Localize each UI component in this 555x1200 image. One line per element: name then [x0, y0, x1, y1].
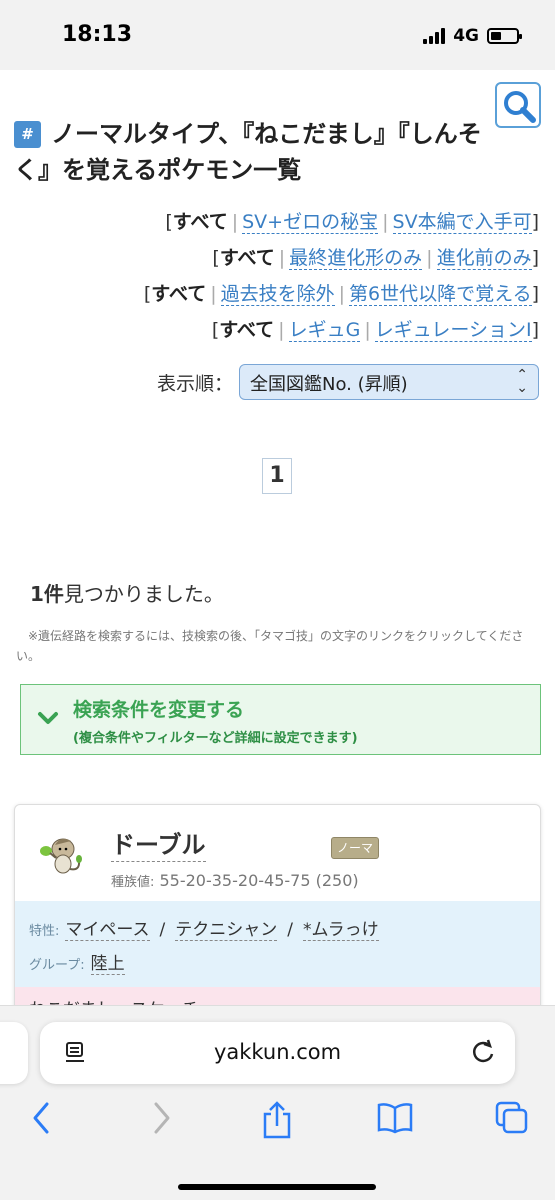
search-icon	[504, 91, 536, 123]
ability-section: 特性: マイペース / テクニシャン / *ムラっけ グループ: 陸上	[15, 901, 540, 987]
group-label: グループ:	[29, 958, 85, 973]
forward-icon[interactable]	[147, 1100, 175, 1136]
pokemon-card: ドーブル ノーマル 種族値: 55-20-35-20-45-75 (250) 特…	[14, 804, 541, 1005]
home-indicator	[178, 1184, 376, 1190]
sort-label: 表示順：	[156, 372, 233, 395]
status-time: 18:13	[62, 22, 133, 47]
filter-link[interactable]: SV+ゼロの秘宝	[242, 211, 379, 234]
type-badge: ノーマル	[331, 837, 379, 875]
page-content: # ノーマルタイプ、『ねこだまし』『しんそく』を覚えるポケモン一覧 [すべて | SV…	[0, 70, 555, 1005]
change-condition-subtitle: (複合条件やフィルターなど詳細に設定できます)	[73, 731, 358, 746]
battery-icon	[487, 28, 522, 44]
filter-link[interactable]: 第6世代以降で覚える	[349, 283, 532, 306]
ability-link[interactable]: テクニシャン	[175, 920, 278, 941]
filter-link[interactable]: 過去技を除外	[220, 283, 335, 306]
filter-row-moves: [すべて | 過去技を除外 | 第6世代以降で覚える]	[143, 283, 539, 306]
group-row: グループ: 陸上	[29, 949, 125, 975]
sort-row: 表示順： 全国図鑑No. (昇順) ⌃ ⌄	[157, 364, 539, 400]
filter-row-regulation: [すべて | レギュG | レギュレーションI]	[211, 319, 539, 342]
base-stats: 種族値: 55-20-35-20-45-75 (250)	[111, 871, 359, 890]
results-count-suffix: 見つかりました。	[63, 582, 224, 606]
pagination-current[interactable]: 1	[262, 458, 292, 494]
change-condition-title: 検索条件を変更する	[73, 699, 245, 721]
bookmarks-icon[interactable]	[376, 1100, 414, 1136]
moves-section: ねこだまし・スケッチ	[15, 987, 540, 1005]
filter-all[interactable]: すべて	[173, 211, 228, 233]
results-note: ※遺伝経路を検索するには、技検索の後、「タマゴ技」の文字のリンクをクリックしてく…	[16, 629, 524, 663]
filter-all[interactable]: すべて	[220, 247, 275, 269]
page-title: # ノーマルタイプ、『ねこだまし』『しんそく』を覚えるポケモン一覧	[14, 116, 494, 188]
ability-row: 特性: マイペース / テクニシャン / *ムラっけ	[29, 920, 379, 941]
filter-link[interactable]: SV本編で入手可	[392, 211, 532, 234]
filter-link[interactable]: 進化前のみ	[436, 247, 532, 270]
browser-toolbar: yakkun.com	[0, 1005, 555, 1200]
moves-text: ねこだまし・スケッチ	[29, 995, 199, 1005]
filter-all[interactable]: すべて	[151, 283, 206, 305]
change-condition-button[interactable]: 検索条件を変更する (複合条件やフィルターなど詳細に設定できます)	[20, 684, 541, 755]
tabs-icon[interactable]	[494, 1100, 530, 1136]
back-icon[interactable]	[28, 1100, 56, 1136]
url-text[interactable]: yakkun.com	[40, 1040, 515, 1064]
filter-link[interactable]: レギュG	[288, 319, 361, 342]
ability-label: 特性:	[29, 924, 60, 939]
signal-icon	[423, 28, 446, 44]
base-stats-label: 種族値:	[111, 875, 155, 890]
sort-select[interactable]: 全国図鑑No. (昇順) ⌃ ⌄	[239, 364, 539, 400]
status-bar: 18:13 4G	[0, 0, 555, 70]
sort-select-value: 全国図鑑No. (昇順)	[250, 374, 408, 395]
previous-tab-preview[interactable]	[0, 1022, 28, 1084]
page-title-text: ノーマルタイプ、『ねこだまし』『しんそく』を覚えるポケモン一覧	[14, 120, 482, 184]
results-count: 1件見つかりました。	[30, 578, 224, 607]
chevron-down-icon	[38, 712, 58, 724]
address-bar[interactable]: yakkun.com	[40, 1022, 515, 1084]
pokemon-sprite	[40, 838, 82, 874]
pokemon-name[interactable]: ドーブル	[111, 829, 206, 862]
filter-link[interactable]: レギュレーションI	[374, 319, 532, 342]
ability-link[interactable]: *ムラっけ	[303, 920, 379, 941]
search-button[interactable]	[495, 82, 541, 128]
network-label: 4G	[453, 26, 479, 46]
chevron-updown-icon: ⌃ ⌄	[516, 367, 528, 396]
group-link[interactable]: 陸上	[90, 954, 125, 975]
filter-row-version: [すべて | SV+ゼロの秘宝 | SV本編で入手可]	[165, 211, 539, 234]
filter-row-evolution: [すべて | 最終進化形のみ | 進化前のみ]	[212, 247, 539, 270]
hash-icon: #	[14, 121, 41, 148]
results-count-number: 1件	[30, 582, 64, 606]
filter-group: [すべて | SV+ゼロの秘宝 | SV本編で入手可] [すべて | 最終進化形のみ | 進化前…	[144, 204, 539, 348]
reload-icon[interactable]	[469, 1038, 497, 1066]
status-icons: 4G	[423, 26, 522, 46]
ability-link[interactable]: マイペース	[65, 920, 150, 941]
filter-all[interactable]: すべて	[219, 319, 274, 341]
filter-link[interactable]: 最終進化形のみ	[289, 247, 423, 270]
share-icon[interactable]	[260, 1100, 294, 1140]
base-stats-value: 55-20-35-20-45-75 (250)	[159, 871, 359, 890]
